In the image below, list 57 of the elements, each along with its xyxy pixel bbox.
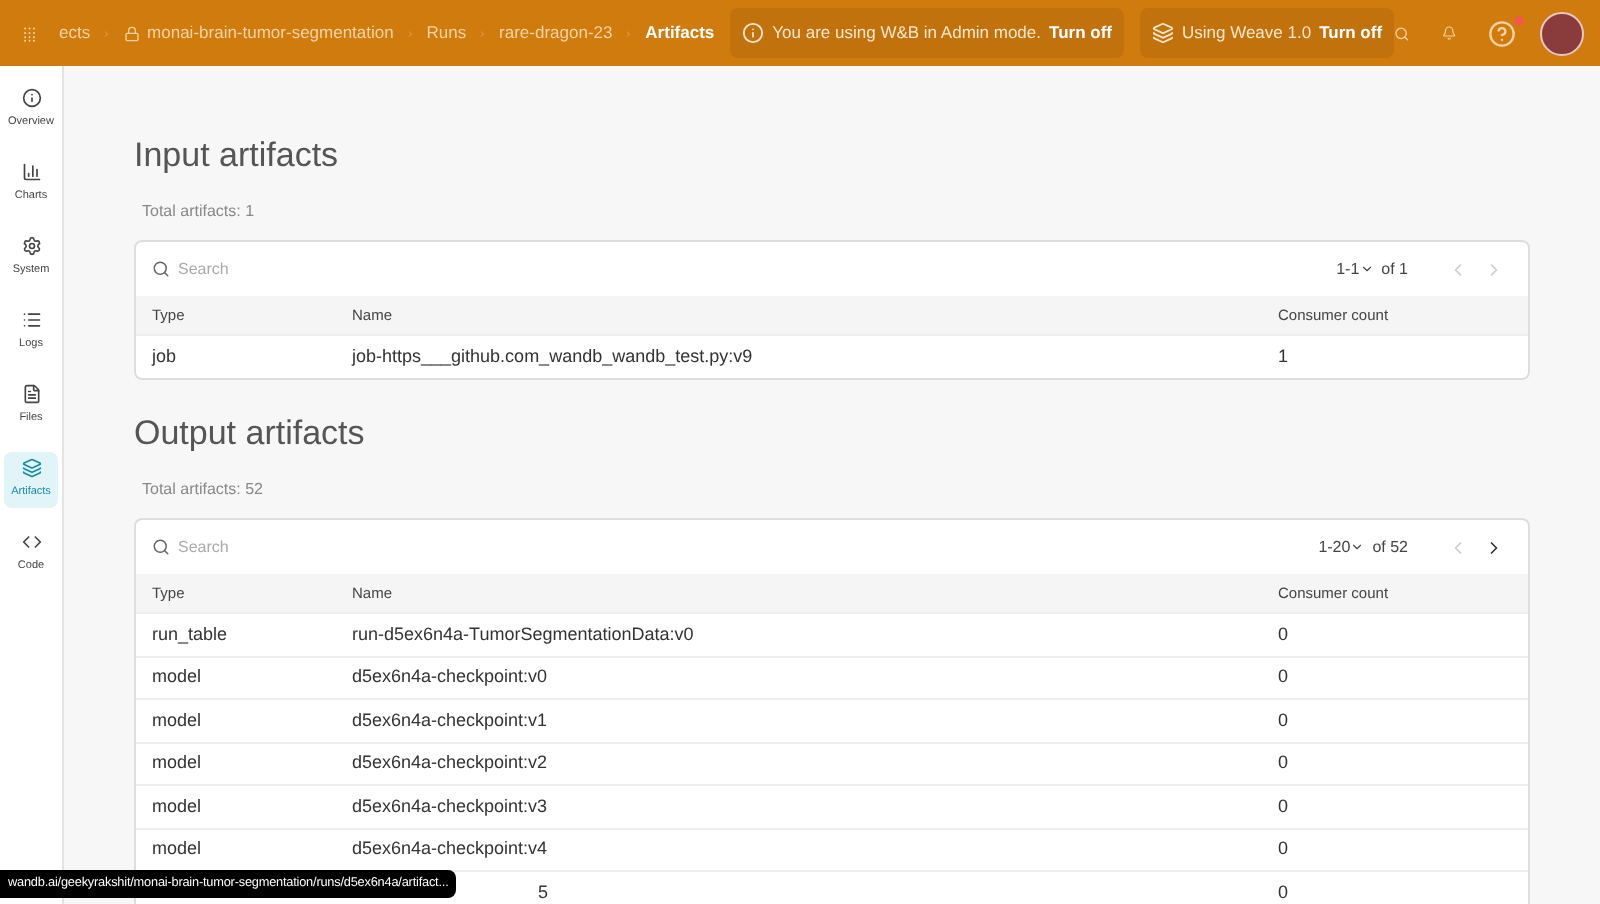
table-cell-text: model bbox=[152, 750, 204, 776]
table-cell-text: job bbox=[152, 343, 179, 370]
code-icon bbox=[21, 532, 41, 553]
caret-icon bbox=[1359, 262, 1374, 277]
lock-icon bbox=[123, 25, 140, 41]
table-cell-text: 0 bbox=[1278, 621, 1291, 647]
page-size-dropdown[interactable]: 1-1 bbox=[1336, 257, 1374, 282]
table-cell-text: model bbox=[152, 836, 204, 862]
table-cell-text: 0 bbox=[1278, 750, 1291, 776]
artifact-total: Total artifacts: 52 bbox=[142, 478, 265, 502]
search-field[interactable]: Search bbox=[178, 257, 498, 282]
table-cell: d5ex6n4a-checkpoint:v0 bbox=[352, 666, 548, 686]
table-cell-text: 0 bbox=[1278, 793, 1291, 819]
gear-icon bbox=[21, 236, 41, 257]
banner-text: You are using W&B in Admin mode. bbox=[772, 20, 1042, 46]
info-icon bbox=[742, 22, 765, 44]
artifact-total: Total artifacts: 1 bbox=[142, 200, 257, 225]
avatar[interactable] bbox=[1540, 11, 1584, 55]
section-title: Output artifacts bbox=[134, 411, 367, 454]
separator-icon bbox=[478, 25, 488, 41]
notification-icon[interactable] bbox=[1441, 20, 1456, 46]
caret-icon bbox=[1350, 540, 1365, 554]
table-cell-text: run_table bbox=[152, 621, 230, 648]
layers-icon bbox=[1151, 22, 1174, 44]
table-cell: d5ex6n4a-checkpoint:v1 bbox=[352, 709, 548, 729]
table-cell: 5 bbox=[538, 881, 549, 901]
table-cell-text: model bbox=[152, 707, 204, 733]
search-icon bbox=[152, 260, 170, 279]
separator-icon bbox=[102, 25, 112, 41]
info-icon bbox=[21, 88, 41, 109]
table-cell-text: model bbox=[152, 664, 204, 690]
turn-off-button[interactable]: Turn off bbox=[1319, 20, 1383, 46]
layers-icon bbox=[21, 458, 41, 479]
search-field[interactable]: Search bbox=[178, 535, 498, 559]
search-icon bbox=[152, 538, 170, 556]
table-cell-text: 0 bbox=[1278, 836, 1291, 862]
help-icon[interactable] bbox=[1488, 19, 1516, 47]
table-cell: job-https___github.com_wandb_wandb_test.py:v9 bbox=[352, 345, 753, 366]
table-cell-text: 0 bbox=[1278, 707, 1291, 733]
table-cell: run-d5ex6n4a-TumorSegmentationData:v0 bbox=[352, 623, 694, 643]
bar-chart-icon bbox=[21, 162, 41, 183]
separator-icon bbox=[624, 25, 634, 41]
table-cell-text: model bbox=[152, 793, 204, 819]
section-title: Input artifacts bbox=[134, 134, 341, 177]
document-icon bbox=[21, 384, 41, 405]
table-cell: d5ex6n4a-checkpoint:v2 bbox=[352, 752, 548, 772]
page-count: of 1 bbox=[1381, 257, 1408, 282]
page-size-dropdown[interactable]: 1-20 bbox=[1318, 535, 1365, 559]
table-cell-text: 0 bbox=[1278, 664, 1291, 690]
turn-off-button[interactable]: Turn off bbox=[1049, 20, 1112, 46]
page-count: of 52 bbox=[1372, 535, 1408, 559]
banner-text: Using Weave 1.0 bbox=[1181, 20, 1312, 46]
separator-icon bbox=[405, 25, 415, 41]
table-cell: d5ex6n4a-checkpoint:v3 bbox=[352, 795, 548, 815]
table-cell: d5ex6n4a-checkpoint:v4 bbox=[352, 838, 548, 858]
table-cell-text: 0 bbox=[1278, 879, 1291, 904]
table-cell-text: 1 bbox=[1278, 343, 1291, 370]
